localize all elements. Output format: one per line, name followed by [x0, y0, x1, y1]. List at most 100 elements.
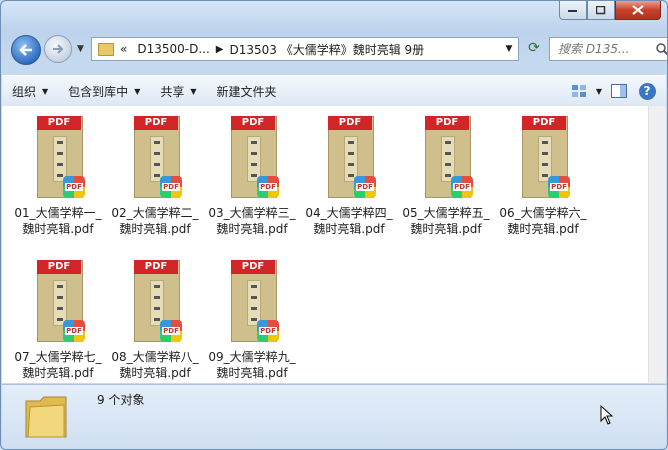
book-title-slip — [247, 136, 261, 182]
pdf-app-badge-icon: PDF — [160, 176, 182, 198]
pdf-app-badge-icon: PDF — [63, 176, 85, 198]
chevron-right-icon[interactable]: ▶ — [216, 44, 224, 55]
arrow-left-icon — [19, 44, 32, 56]
pdf-app-badge-icon: PDF — [160, 320, 182, 342]
breadcrumb-overflow[interactable]: « — [120, 42, 127, 56]
view-icon — [571, 85, 586, 97]
file-name[interactable]: 02_大儒学粹二_魏时亮辑.pdf — [107, 205, 203, 237]
pdf-file-icon: PDF PDF — [134, 260, 182, 344]
book-title-slip — [53, 136, 67, 182]
breadcrumb-current[interactable]: D13503 《大儒学粹》魏时亮辑 9册 — [229, 41, 424, 58]
pdf-label: PDF — [231, 116, 275, 130]
badge-text: PDF — [65, 183, 83, 191]
include-in-library-label: 包含到库中 — [68, 84, 129, 99]
pdf-app-badge-icon: PDF — [354, 176, 376, 198]
pdf-label: PDF — [522, 116, 566, 130]
new-folder-label: 新建文件夹 — [216, 84, 277, 99]
badge-text: PDF — [356, 183, 374, 191]
organize-menu[interactable]: 组织 ▼ — [2, 79, 58, 103]
refresh-button[interactable]: ⟳ — [523, 37, 545, 59]
book-title-slip — [53, 280, 67, 326]
badge-text: PDF — [259, 327, 277, 335]
file-item[interactable]: PDF PDF 08_大儒学粹八_魏时亮辑.pdf — [107, 256, 203, 388]
file-item[interactable]: PDF PDF 04_大儒学粹四_魏时亮辑.pdf — [301, 112, 397, 244]
share-menu[interactable]: 共享 ▼ — [150, 79, 206, 103]
file-name[interactable]: 07_大儒学粹七_魏时亮辑.pdf — [10, 349, 106, 381]
include-in-library-menu[interactable]: 包含到库中 ▼ — [58, 79, 150, 103]
window-controls — [559, 1, 661, 20]
command-bar: 组织 ▼ 包含到库中 ▼ 共享 ▼ 新建文件夹 ▼ ? — [2, 75, 666, 107]
recent-pages-dropdown[interactable]: ▼ — [77, 44, 84, 54]
book-title-slip — [247, 280, 261, 326]
file-name[interactable]: 05_大儒学粹五_魏时亮辑.pdf — [398, 205, 494, 237]
file-item[interactable]: PDF PDF 09_大儒学粹九_魏时亮辑.pdf — [204, 256, 300, 388]
file-item[interactable]: PDF PDF 02_大儒学粹二_魏时亮辑.pdf — [107, 112, 203, 244]
close-icon — [632, 5, 644, 15]
file-item[interactable]: PDF PDF 07_大儒学粹七_魏时亮辑.pdf — [10, 256, 106, 388]
navigation-bar: ▼ « D13500-D... ▶ D13503 《大儒学粹》魏时亮辑 9册 ▼… — [9, 31, 667, 67]
pdf-label: PDF — [134, 116, 178, 130]
badge-text: PDF — [550, 183, 568, 191]
badge-text: PDF — [259, 183, 277, 191]
file-name[interactable]: 03_大儒学粹三_魏时亮辑.pdf — [204, 205, 300, 237]
badge-text: PDF — [453, 183, 471, 191]
view-dropdown-icon[interactable]: ▼ — [596, 87, 602, 96]
help-icon: ? — [638, 82, 656, 100]
mouse-cursor-icon — [600, 405, 614, 425]
change-view-button[interactable] — [568, 80, 590, 102]
pdf-file-icon: PDF PDF — [522, 116, 570, 200]
file-name[interactable]: 08_大儒学粹八_魏时亮辑.pdf — [107, 349, 203, 381]
file-name[interactable]: 06_大儒学粹六_魏时亮辑.pdf — [495, 205, 591, 237]
pdf-file-icon: PDF PDF — [37, 116, 85, 200]
address-bar[interactable]: « D13500-D... ▶ D13503 《大儒学粹》魏时亮辑 9册 ▼ — [91, 37, 519, 61]
book-title-slip — [441, 136, 455, 182]
pdf-label: PDF — [425, 116, 469, 130]
new-folder-button[interactable]: 新建文件夹 — [207, 79, 287, 103]
preview-pane-icon — [611, 84, 627, 98]
pdf-file-icon: PDF PDF — [134, 116, 182, 200]
badge-text: PDF — [162, 183, 180, 191]
pdf-app-badge-icon: PDF — [63, 320, 85, 342]
refresh-icon: ⟳ — [528, 40, 540, 56]
preview-pane-button[interactable] — [608, 80, 630, 102]
file-name[interactable]: 01_大儒学粹一_魏时亮辑.pdf — [10, 205, 106, 237]
pdf-app-badge-icon: PDF — [257, 176, 279, 198]
search-input[interactable] — [556, 41, 656, 57]
file-item[interactable]: PDF PDF 06_大儒学粹六_魏时亮辑.pdf — [495, 112, 591, 244]
file-list-pane[interactable]: PDF PDF 01_大儒学粹一_魏时亮辑.pdf PDF PDF 02_大儒学粹二_魏时… — [2, 106, 666, 383]
folder-icon — [98, 42, 114, 56]
maximize-button[interactable] — [587, 1, 615, 20]
search-icon[interactable] — [656, 42, 668, 56]
close-button[interactable] — [615, 1, 661, 20]
help-button[interactable]: ? — [636, 80, 658, 102]
pdf-file-icon: PDF PDF — [231, 116, 279, 200]
book-title-slip — [344, 136, 358, 182]
dropdown-arrow-icon: ▼ — [42, 86, 49, 96]
pdf-file-icon: PDF PDF — [425, 116, 473, 200]
minimize-button[interactable] — [559, 1, 587, 20]
book-title-slip — [538, 136, 552, 182]
vertical-scrollbar[interactable] — [648, 106, 666, 383]
chevron-down-icon[interactable]: ▼ — [500, 44, 518, 54]
explorer-window: ▼ « D13500-D... ▶ D13503 《大儒学粹》魏时亮辑 9册 ▼… — [0, 0, 668, 450]
breadcrumb-d13500[interactable]: D13500-D... — [137, 42, 209, 56]
forward-button[interactable] — [44, 35, 72, 63]
pdf-label: PDF — [37, 260, 81, 274]
file-item[interactable]: PDF PDF 05_大儒学粹五_魏时亮辑.pdf — [398, 112, 494, 244]
organize-label: 组织 — [12, 84, 37, 99]
book-title-slip — [150, 280, 164, 326]
file-item[interactable]: PDF PDF 01_大儒学粹一_魏时亮辑.pdf — [10, 112, 106, 244]
pdf-label: PDF — [328, 116, 372, 130]
pdf-file-icon: PDF PDF — [231, 260, 279, 344]
dropdown-arrow-icon: ▼ — [190, 86, 197, 96]
book-title-slip — [150, 136, 164, 182]
file-name[interactable]: 04_大儒学粹四_魏时亮辑.pdf — [301, 205, 397, 237]
minimize-icon — [568, 10, 577, 12]
arrow-right-icon — [53, 44, 64, 54]
badge-text: PDF — [65, 327, 83, 335]
file-item[interactable]: PDF PDF 03_大儒学粹三_魏时亮辑.pdf — [204, 112, 300, 244]
share-label: 共享 — [160, 84, 185, 99]
back-button[interactable] — [11, 35, 41, 65]
details-pane: 9 个对象 — [2, 384, 666, 449]
file-name[interactable]: 09_大儒学粹九_魏时亮辑.pdf — [204, 349, 300, 381]
